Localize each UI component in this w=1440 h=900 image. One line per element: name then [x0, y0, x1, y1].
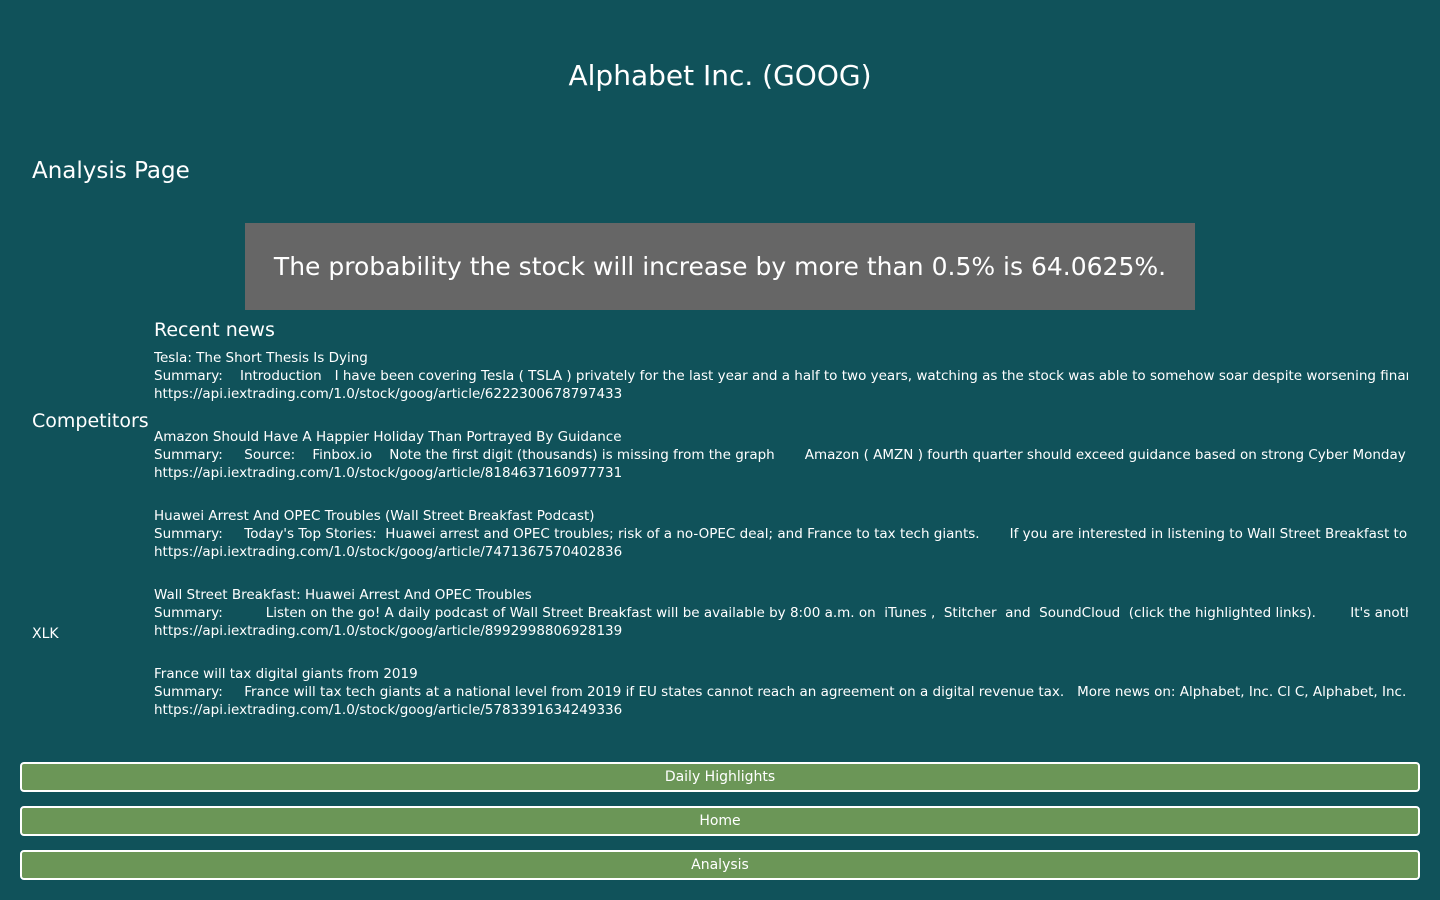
news-summary: Summary: Listen on the go! A daily podca…	[154, 605, 1408, 621]
home-button[interactable]: Home	[20, 806, 1420, 836]
recent-news-section: Recent news Tesla: The Short Thesis Is D…	[154, 317, 1408, 744]
news-headline: Tesla: The Short Thesis Is Dying	[154, 350, 368, 366]
news-item: Wall Street Breakfast: Huawei Arrest And…	[154, 586, 1408, 665]
news-link[interactable]: https://api.iextrading.com/1.0/stock/goo…	[154, 464, 1408, 482]
news-headline: France will tax digital giants from 2019	[154, 666, 418, 682]
news-item: France will tax digital giants from 2019…	[154, 665, 1408, 744]
news-link[interactable]: https://api.iextrading.com/1.0/stock/goo…	[154, 701, 1408, 719]
news-summary: Summary: Today's Top Stories: Huawei arr…	[154, 526, 1408, 542]
analysis-button[interactable]: Analysis	[20, 850, 1420, 880]
daily-highlights-button[interactable]: Daily Highlights	[20, 762, 1420, 792]
news-headline: Huawei Arrest And OPEC Troubles (Wall St…	[154, 508, 595, 524]
news-link[interactable]: https://api.iextrading.com/1.0/stock/goo…	[154, 543, 1408, 561]
news-item: Tesla: The Short Thesis Is Dying Summary…	[154, 349, 1408, 428]
recent-news-heading: Recent news	[154, 319, 275, 341]
page-title: Alphabet Inc. (GOOG)	[568, 59, 872, 92]
news-item: Huawei Arrest And OPEC Troubles (Wall St…	[154, 507, 1408, 586]
news-headline: Wall Street Breakfast: Huawei Arrest And…	[154, 587, 532, 603]
nav-buttons: Daily Highlights Home Analysis	[20, 762, 1420, 894]
analysis-page-heading: Analysis Page	[32, 158, 190, 184]
news-summary: Summary: Source: Finbox.io Note the firs…	[154, 447, 1408, 463]
competitor-item-xlk[interactable]: XLK	[32, 624, 59, 644]
news-item: Amazon Should Have A Happier Holiday Tha…	[154, 428, 1408, 507]
news-link[interactable]: https://api.iextrading.com/1.0/stock/goo…	[154, 622, 1408, 640]
competitors-label: Competitors	[32, 410, 149, 432]
news-link[interactable]: https://api.iextrading.com/1.0/stock/goo…	[154, 385, 1408, 403]
news-headline: Amazon Should Have A Happier Holiday Tha…	[154, 429, 622, 445]
news-summary: Summary: France will tax tech giants at …	[154, 684, 1408, 700]
probability-banner: The probability the stock will increase …	[245, 223, 1195, 310]
news-summary: Summary: Introduction I have been coveri…	[154, 368, 1408, 384]
